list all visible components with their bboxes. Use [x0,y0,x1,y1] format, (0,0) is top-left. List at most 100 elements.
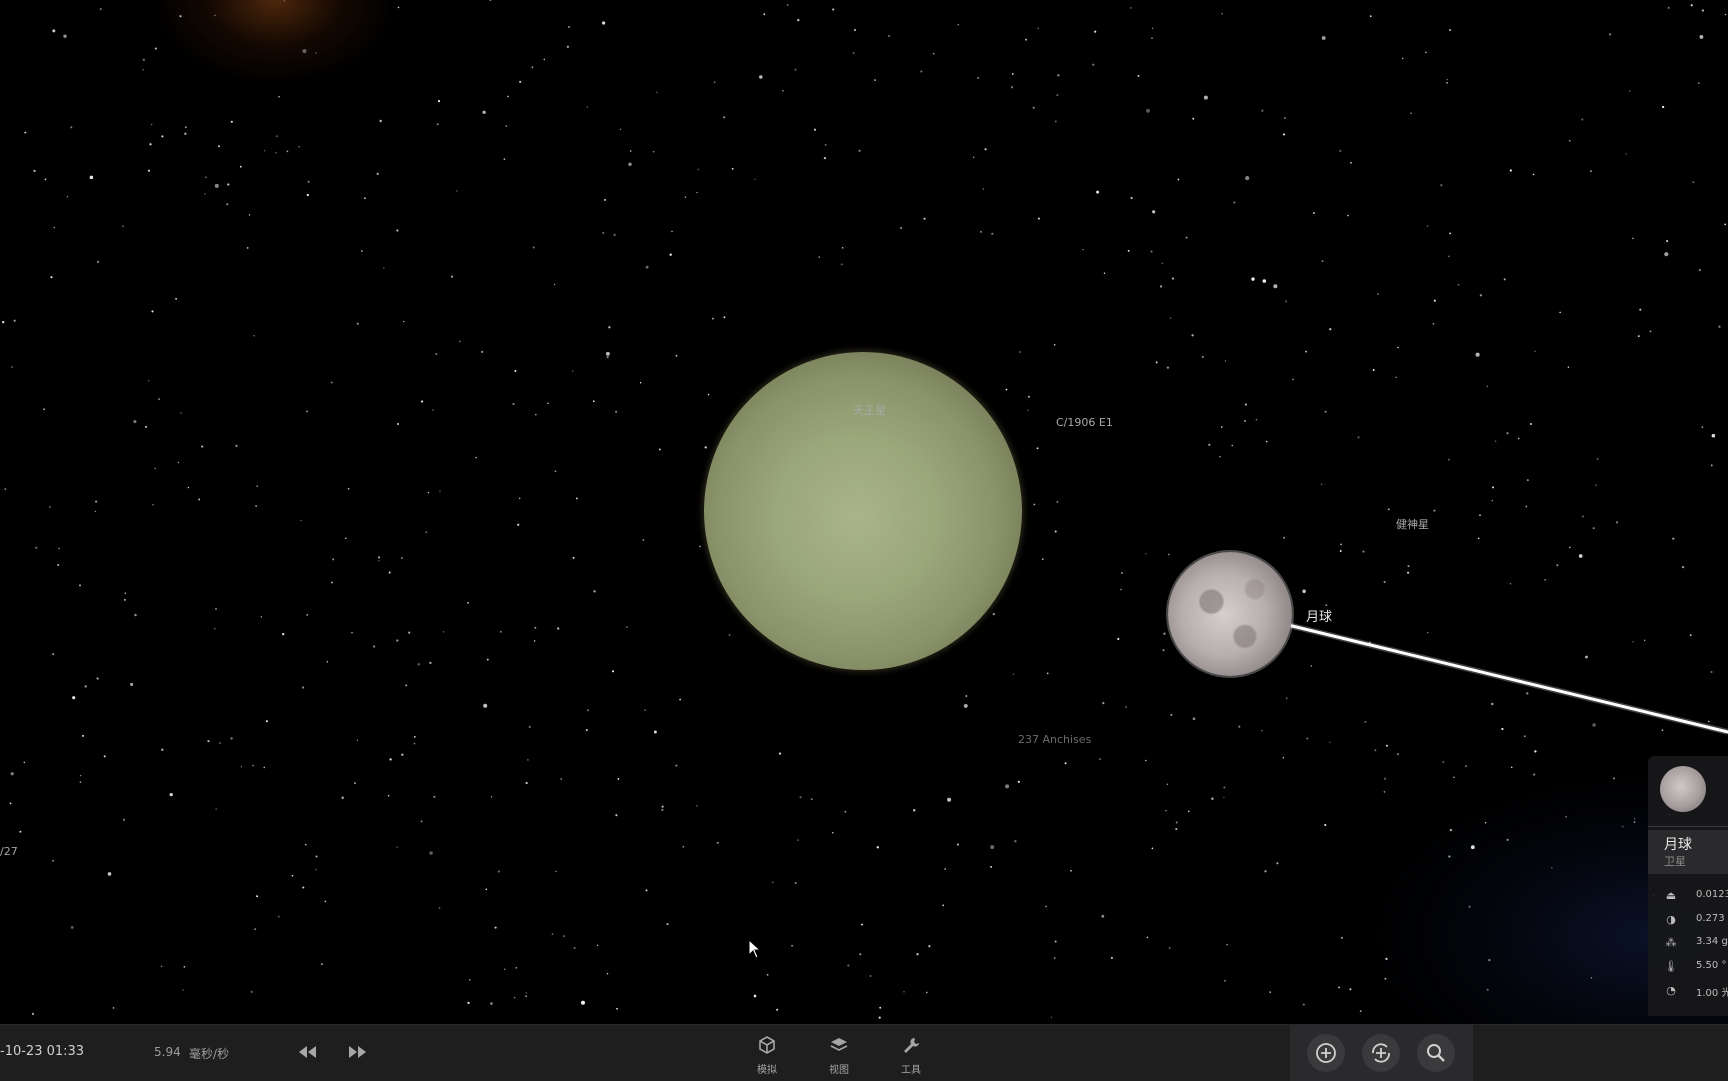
star [475,456,478,459]
star [1692,181,1695,184]
star [879,1006,882,1009]
star [942,904,945,907]
star [711,317,714,320]
object-info-card[interactable]: 月球 卫星 ⏏ 0.0123 ◑ 0.273 ⁂ 3.34 g 🌡 5.50 °… [1648,756,1728,1016]
star [1224,360,1227,362]
star [240,766,243,768]
star [1166,783,1169,785]
star [1255,418,1258,421]
star [990,845,995,850]
star [1302,589,1306,594]
star [1155,361,1158,364]
star [255,505,257,507]
star [1724,223,1727,226]
star [1477,537,1480,540]
star [150,123,153,126]
add-object-button[interactable] [1307,1034,1345,1072]
uranus-label[interactable]: 天王星 [853,402,886,418]
star [134,613,137,617]
star [1449,232,1452,235]
star [227,183,230,186]
star [254,928,257,931]
menu-simulation[interactable]: 模拟 [742,1033,792,1077]
search-button[interactable] [1417,1034,1455,1072]
star [215,808,218,810]
star [277,915,280,918]
star [482,110,486,115]
rewind-icon [299,1046,316,1058]
star [72,696,76,700]
star [332,558,335,561]
star [1151,847,1154,850]
star [824,143,827,146]
star [554,470,557,473]
menu-view[interactable]: 视图 [814,1033,864,1077]
star [652,150,655,153]
simulation-datetime[interactable]: -10-23 01:33 [0,1044,84,1059]
star [507,95,509,98]
star [1681,565,1685,569]
star [1568,139,1571,142]
star [435,353,438,355]
star [1187,810,1190,813]
star [1261,729,1263,732]
star [731,167,734,170]
star [89,175,94,180]
star [1251,277,1255,281]
star [1517,437,1520,440]
star [320,963,323,966]
time-speed-value[interactable]: 5.94 [154,1045,181,1059]
star [1137,74,1140,77]
star [1151,37,1153,40]
star [420,820,423,823]
star [763,13,766,16]
star [586,106,589,108]
star [177,461,180,464]
star [1211,797,1214,800]
star [696,805,698,807]
star [1054,940,1057,943]
star [43,408,45,410]
star [617,777,620,780]
star [408,631,411,634]
comet-label[interactable]: C/1906 E1 [1056,416,1113,429]
star [1166,366,1170,369]
star [246,247,249,249]
star [944,868,947,870]
star [1697,82,1700,84]
info-object-type: 卫星 [1664,855,1686,868]
star [204,176,207,179]
star [1699,34,1704,39]
search-icon [1427,1044,1445,1062]
star [1224,980,1226,982]
hygiea-label[interactable]: 健神星 [1396,516,1429,532]
menu-tools[interactable]: 工具 [886,1033,936,1077]
moon-label[interactable]: 月球 [1306,606,1332,625]
star [1017,780,1020,783]
asteroid-label[interactable]: 237 Anchises [1018,733,1091,746]
star [1486,385,1489,388]
uranus-planet[interactable] [704,352,1022,670]
rewind-button[interactable] [295,1040,321,1064]
edge-object-label[interactable]: /27 [0,845,18,858]
star [187,486,190,489]
star [517,523,520,526]
star [302,686,305,689]
star [1159,285,1163,288]
star [1329,741,1331,744]
moon-body[interactable] [1168,552,1292,676]
star [723,316,726,319]
star [1364,720,1367,723]
star [1145,759,1147,762]
recenter-button[interactable] [1362,1034,1400,1072]
star [823,156,827,160]
star [1529,422,1532,426]
star [97,260,100,263]
star [832,8,835,11]
info-row-temperature: 🌡 5.50 ° [1664,960,1727,973]
fast-forward-button[interactable] [344,1040,370,1064]
star [608,326,611,329]
star [235,444,238,448]
star [438,906,441,909]
star [525,995,527,997]
